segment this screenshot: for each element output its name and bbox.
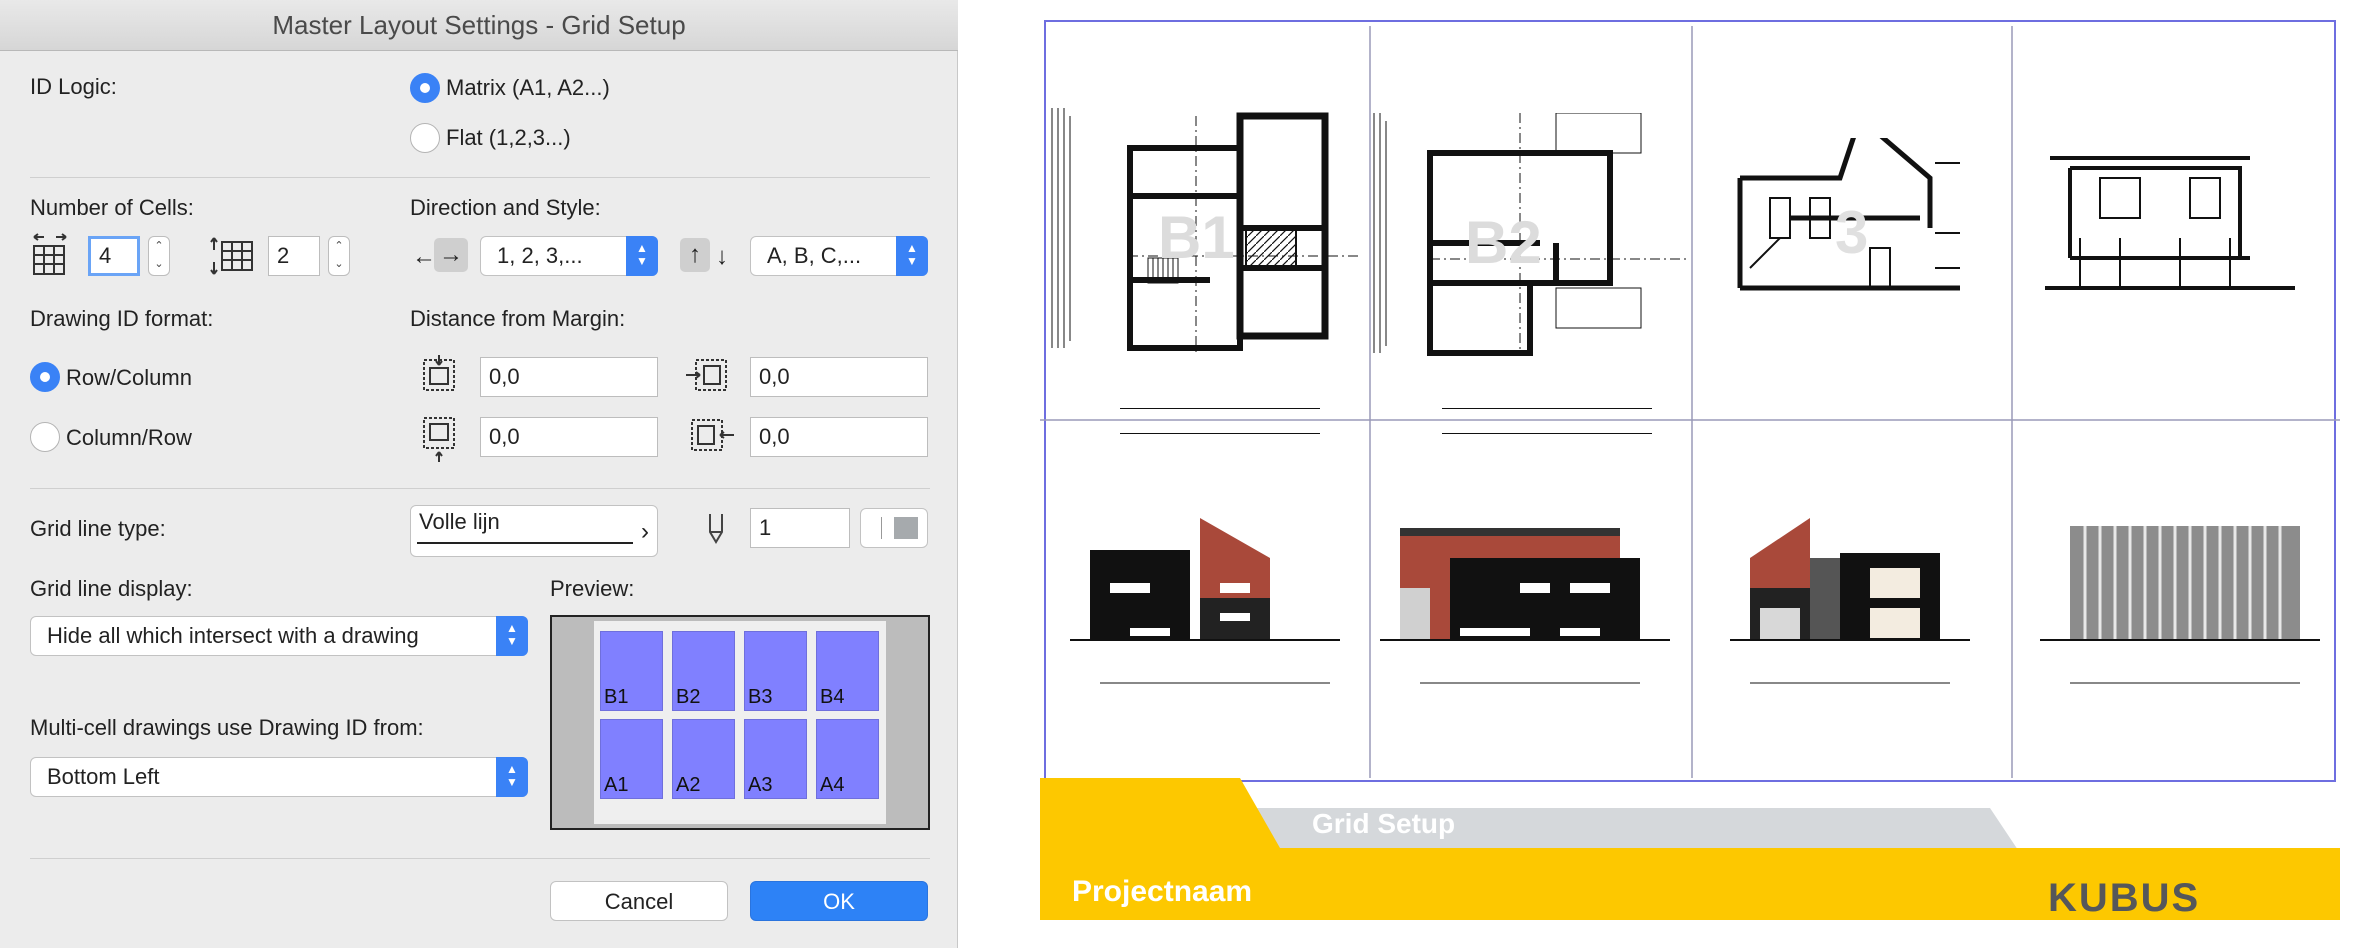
divider <box>30 858 930 859</box>
line-type-select[interactable]: Volle lijn › <box>410 505 658 557</box>
preview-label: Preview: <box>550 576 635 601</box>
up-arrow-toggle-icon[interactable]: ↑ <box>680 238 710 272</box>
horizontal-style-select[interactable]: 1, 2, 3,... ▲ ▼ <box>480 236 658 276</box>
elevation-drawing <box>2040 526 2320 684</box>
preview-cell: B4 <box>816 631 879 711</box>
left-arrow-icon[interactable]: ← <box>412 243 436 271</box>
preview-cell-id: A3 <box>748 774 773 796</box>
line-type-value: Volle lijn <box>419 509 500 534</box>
grid-line-display-select[interactable]: Hide all which intersect with a drawing ▲… <box>30 616 528 656</box>
grid-line-display-label: Grid line display: <box>30 576 193 601</box>
rows-grid-icon <box>208 236 254 281</box>
top-margin-input[interactable]: 0,0 <box>480 357 658 397</box>
vertical-style-value: A, B, C,... <box>767 243 862 268</box>
pen-color-swatch <box>894 517 918 539</box>
matrix-radio[interactable] <box>410 73 440 103</box>
svg-text:3: 3 <box>1835 199 1868 266</box>
project-name: Projectnaam <box>1072 875 1253 908</box>
horizontal-style-value: 1, 2, 3,... <box>497 243 583 268</box>
preview-cell-id: B3 <box>748 686 773 708</box>
matrix-radio-label[interactable]: Matrix (A1, A2...) <box>446 75 610 101</box>
preview-cell-id: B1 <box>604 686 629 708</box>
column-row-radio[interactable] <box>30 422 60 452</box>
pen-icon <box>706 512 726 551</box>
flat-radio[interactable] <box>410 123 440 153</box>
bottom-margin-input[interactable]: 0,0 <box>480 417 658 457</box>
flat-radio-label[interactable]: Flat (1,2,3...) <box>446 125 571 151</box>
pen-number-input[interactable]: 1 <box>750 508 850 548</box>
chevron-updown-icon: ▲ ▼ <box>496 616 528 656</box>
left-margin-icon <box>684 356 730 401</box>
layout-sheet: B1 B2 3 Grid Setup Projectnaam KUBUS <box>1040 18 2340 930</box>
section-drawing <box>2045 156 2295 290</box>
multi-cell-value: Bottom Left <box>47 764 160 789</box>
preview-cell: A2 <box>672 719 735 799</box>
preview-cell-id: B4 <box>820 686 845 708</box>
grid-preview: B1 B2 B3 B4 A1 A2 A3 A4 <box>550 615 930 830</box>
dimension-lines <box>1120 408 1320 434</box>
cancel-button[interactable]: Cancel <box>550 881 728 921</box>
preview-cell: B2 <box>672 631 735 711</box>
right-margin-icon <box>690 416 736 461</box>
preview-cell-id: A1 <box>604 774 629 796</box>
svg-text:B1: B1 <box>1158 204 1235 271</box>
row-column-label[interactable]: Row/Column <box>66 365 192 391</box>
chevron-updown-icon: ▲ ▼ <box>896 236 928 276</box>
preview-cell: B3 <box>744 631 807 711</box>
grid-setup-dialog: Master Layout Settings - Grid Setup ID L… <box>0 0 958 948</box>
floor-plan-drawing: B2 <box>1373 113 1690 356</box>
svg-text:B2: B2 <box>1465 209 1542 276</box>
preview-cell: B1 <box>600 631 663 711</box>
columns-stepper[interactable]: ⌃ ⌄ <box>148 236 170 276</box>
down-arrow-icon[interactable]: ↓ <box>716 243 728 271</box>
right-arrow-toggle-icon[interactable]: → <box>434 238 468 272</box>
vertical-style-select[interactable]: A, B, C,... ▲ ▼ <box>750 236 928 276</box>
columns-grid-icon <box>30 232 70 281</box>
ok-button[interactable]: OK <box>750 881 928 921</box>
preview-cell: A4 <box>816 719 879 799</box>
dimension-lines <box>1442 408 1652 434</box>
preview-cell-id: B2 <box>676 686 701 708</box>
pen-color-button[interactable] <box>860 508 928 548</box>
bottom-margin-icon <box>420 414 460 469</box>
divider <box>30 177 930 178</box>
direction-style-label: Direction and Style: <box>410 195 601 220</box>
column-row-label[interactable]: Column/Row <box>66 425 192 451</box>
rows-input[interactable]: 2 <box>268 236 320 276</box>
kubus-logo: KUBUS <box>2048 876 2201 920</box>
multi-cell-select[interactable]: Bottom Left ▲ ▼ <box>30 757 528 797</box>
preview-cell-id: A4 <box>820 774 845 796</box>
top-margin-icon <box>420 354 460 401</box>
dialog-title: Master Layout Settings - Grid Setup <box>0 0 958 51</box>
number-of-cells-label: Number of Cells: <box>30 195 194 220</box>
elevation-drawing <box>1730 518 1970 684</box>
elevation-drawing <box>1380 528 1670 684</box>
drawing-id-format-label: Drawing ID format: <box>30 306 214 331</box>
distance-from-margin-label: Distance from Margin: <box>410 306 626 331</box>
preview-sheet: B1 B2 B3 B4 A1 A2 A3 A4 <box>594 621 886 824</box>
grid-line-type-label: Grid line type: <box>30 516 166 541</box>
left-margin-input[interactable]: 0,0 <box>750 357 928 397</box>
chevron-updown-icon: ▲ ▼ <box>626 236 658 276</box>
elevation-drawing <box>1070 518 1340 684</box>
preview-cell: A1 <box>600 719 663 799</box>
id-logic-label: ID Logic: <box>30 74 117 99</box>
right-margin-input[interactable]: 0,0 <box>750 417 928 457</box>
multi-cell-label: Multi-cell drawings use Drawing ID from: <box>30 715 424 740</box>
floor-plan-drawing: B1 <box>1051 108 1358 356</box>
preview-cell-id: A2 <box>676 774 701 796</box>
chevron-updown-icon: ▲ ▼ <box>496 757 528 797</box>
solid-line-preview <box>417 542 633 544</box>
divider <box>30 488 930 489</box>
rows-stepper[interactable]: ⌃ ⌄ <box>328 236 350 276</box>
layout-title-tab: Grid Setup <box>1312 808 1456 839</box>
preview-cell: A3 <box>744 719 807 799</box>
section-drawing: 3 <box>1737 138 1960 291</box>
grid-line-display-value: Hide all which intersect with a drawing <box>47 623 419 648</box>
columns-input[interactable]: 4 <box>88 236 140 276</box>
chevron-right-icon: › <box>641 518 649 545</box>
separator <box>881 517 882 539</box>
row-column-radio[interactable] <box>30 362 60 392</box>
